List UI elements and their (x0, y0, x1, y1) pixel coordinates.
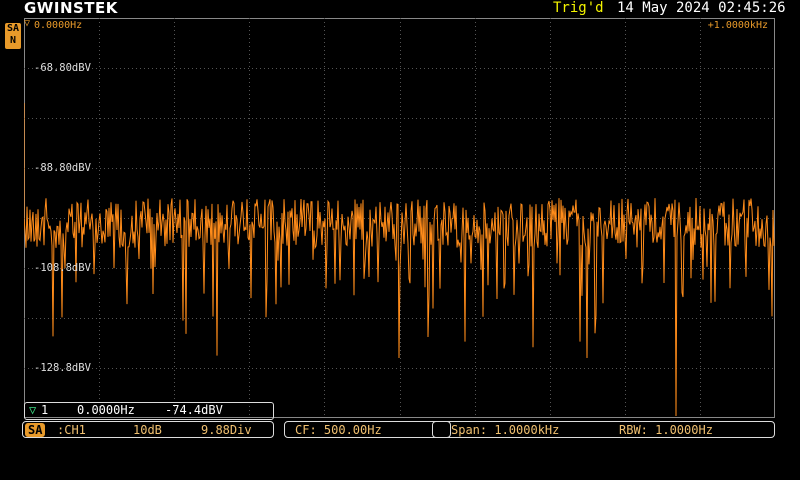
marker-readout[interactable]: ▽ 1 0.0000Hz -74.4dBV (24, 402, 274, 420)
y-axis-label-2: -88.80dBV (34, 162, 91, 174)
division-value: 9.88Div (201, 423, 252, 437)
spectrum-display[interactable] (24, 18, 775, 418)
channel-settings-box[interactable]: SA :CH1 10dB 9.88Div (22, 421, 274, 438)
frequency-per-division-label: +1.0000kHz (707, 20, 768, 31)
marker-level: -74.4dBV (165, 403, 223, 417)
span-rbw-box[interactable]: Span: 1.0000kHz RBW: 1.0000Hz (432, 421, 775, 438)
top-bar: GWINSTEK Trig'd 14 May 2024 02:45:26 (0, 0, 800, 18)
start-frequency-label: 0.0000Hz (34, 20, 83, 31)
y-axis-label-1: -68.80dBV (34, 62, 91, 74)
sa-badge-line2: N (9, 35, 17, 46)
center-frequency: CF: 500.00Hz (295, 423, 382, 437)
trigger-status: Trig'd (553, 0, 604, 16)
marker-triangle-icon: ▽ (29, 403, 37, 417)
datetime: 14 May 2024 02:45:26 (617, 0, 786, 16)
rbw-value: RBW: 1.0000Hz (619, 423, 713, 437)
brand-logo: GWINSTEK (24, 0, 118, 17)
y-axis-label-3: -108.8dBV (34, 262, 91, 274)
trigger-level-icon: ▽ (24, 18, 31, 29)
marker-number: 1 (41, 403, 49, 417)
sa-mode-badge[interactable]: SA N (5, 23, 21, 49)
channel-label: :CH1 (57, 423, 86, 437)
marker-frequency: 0.0000Hz (77, 403, 135, 417)
sa-mode-tag: SA (25, 423, 46, 437)
span-value: Span: 1.0000kHz (451, 423, 560, 437)
sa-badge-line1: SA (6, 23, 20, 34)
y-axis-label-4: -128.8dBV (34, 362, 91, 374)
vertical-scale: 10dB (133, 423, 162, 437)
center-frequency-box[interactable]: CF: 500.00Hz (284, 421, 451, 438)
